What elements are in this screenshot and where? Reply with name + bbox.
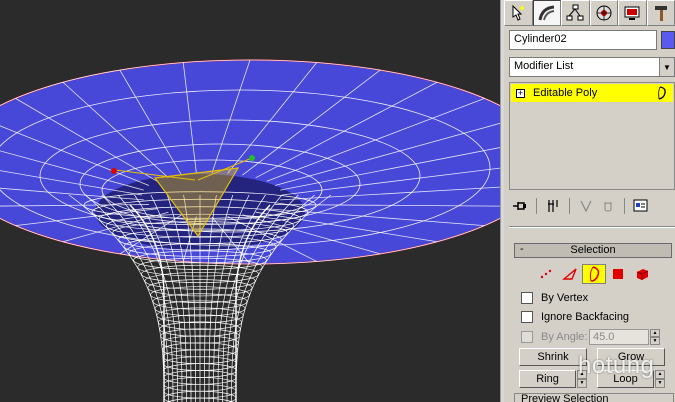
show-end-result-icon xyxy=(548,200,558,212)
configure-sets-button[interactable] xyxy=(630,196,652,216)
watermark-text: hotung xyxy=(578,352,655,379)
by-angle-label: By Angle: xyxy=(541,331,588,343)
hierarchy-icon xyxy=(566,4,584,21)
angle-field[interactable]: 45.0 xyxy=(589,329,649,345)
expand-icon[interactable]: + xyxy=(516,88,525,98)
gizmo-y-handle xyxy=(249,155,255,161)
rollout-divider xyxy=(509,226,675,228)
selection-rollout-header[interactable]: - Selection xyxy=(514,243,672,258)
by-angle-checkbox[interactable] xyxy=(521,331,533,343)
motion-tab[interactable] xyxy=(589,0,618,26)
stack-item-label: Editable Poly xyxy=(533,87,598,99)
pin-icon xyxy=(513,202,526,210)
modifier-stack[interactable]: + Editable Poly xyxy=(509,82,675,190)
preview-selection-group: Preview Selection xyxy=(514,393,674,402)
angle-spinner[interactable]: ▲ ▼ xyxy=(650,329,660,345)
edge-button[interactable] xyxy=(558,264,582,284)
subobject-level-buttons xyxy=(534,264,654,284)
configure-icon xyxy=(633,199,648,212)
trash-icon xyxy=(604,202,612,212)
stack-toolbar xyxy=(509,193,675,219)
separator xyxy=(624,198,625,214)
modifier-list-dropdown[interactable]: Modifier List ▼ xyxy=(509,57,675,77)
viewport-perspective[interactable] xyxy=(0,0,500,402)
separator xyxy=(536,198,537,214)
by-vertex-checkbox[interactable] xyxy=(521,292,533,304)
command-panel-tabs xyxy=(504,0,675,26)
element-button[interactable] xyxy=(630,264,654,284)
modify-icon xyxy=(538,5,554,21)
utilities-tab[interactable] xyxy=(646,0,675,26)
gizmo-x-handle xyxy=(111,168,117,174)
shrink-button[interactable]: Shrink xyxy=(519,348,587,366)
ring-button[interactable]: Ring xyxy=(519,370,576,388)
collapse-icon: - xyxy=(520,243,524,255)
polygon-icon xyxy=(613,269,623,279)
hierarchy-tab[interactable] xyxy=(561,0,590,26)
edge-icon xyxy=(562,268,577,280)
display-icon xyxy=(624,6,640,20)
element-icon xyxy=(636,269,649,280)
command-panel: Cylinder02 Modifier List ▼ + Editable Po… xyxy=(504,0,675,402)
by-vertex-row[interactable]: By Vertex xyxy=(521,290,588,306)
by-angle-row[interactable]: By Angle: xyxy=(521,329,587,345)
border-icon xyxy=(589,266,600,282)
stack-item-editable-poly[interactable]: + Editable Poly xyxy=(511,84,673,102)
ignore-backfacing-row[interactable]: Ignore Backfacing xyxy=(521,309,629,325)
ignore-backfacing-label: Ignore Backfacing xyxy=(541,311,630,323)
chevron-down-icon[interactable]: ▼ xyxy=(659,58,674,76)
object-name-field[interactable]: Cylinder02 xyxy=(509,30,657,50)
funnel-mesh[interactable] xyxy=(0,0,500,402)
object-color-swatch[interactable] xyxy=(661,31,675,49)
make-unique-icon xyxy=(580,200,592,213)
selection-rollout-title: Selection xyxy=(570,244,616,256)
create-tab[interactable] xyxy=(504,0,533,26)
pin-stack-button[interactable] xyxy=(509,196,531,216)
separator xyxy=(569,198,570,214)
create-icon xyxy=(512,4,526,21)
loop-spinner[interactable]: ▲ ▼ xyxy=(655,370,665,388)
make-unique-button[interactable] xyxy=(575,196,597,216)
border-button[interactable] xyxy=(582,264,606,284)
ignore-backfacing-checkbox[interactable] xyxy=(521,311,533,323)
modifier-list-label: Modifier List xyxy=(514,60,574,72)
preview-selection-title: Preview Selection xyxy=(521,393,609,402)
display-tab[interactable] xyxy=(618,0,647,26)
hammer-icon xyxy=(654,6,667,21)
by-vertex-label: By Vertex xyxy=(541,292,589,304)
remove-modifier-button[interactable] xyxy=(597,196,619,216)
polygon-button[interactable] xyxy=(606,264,630,284)
border-subobject-icon xyxy=(658,86,666,100)
motion-icon xyxy=(596,5,612,21)
vertex-icon xyxy=(540,269,552,279)
show-end-result-button[interactable] xyxy=(542,196,564,216)
vertex-button[interactable] xyxy=(534,264,558,284)
modify-tab[interactable] xyxy=(532,0,561,26)
